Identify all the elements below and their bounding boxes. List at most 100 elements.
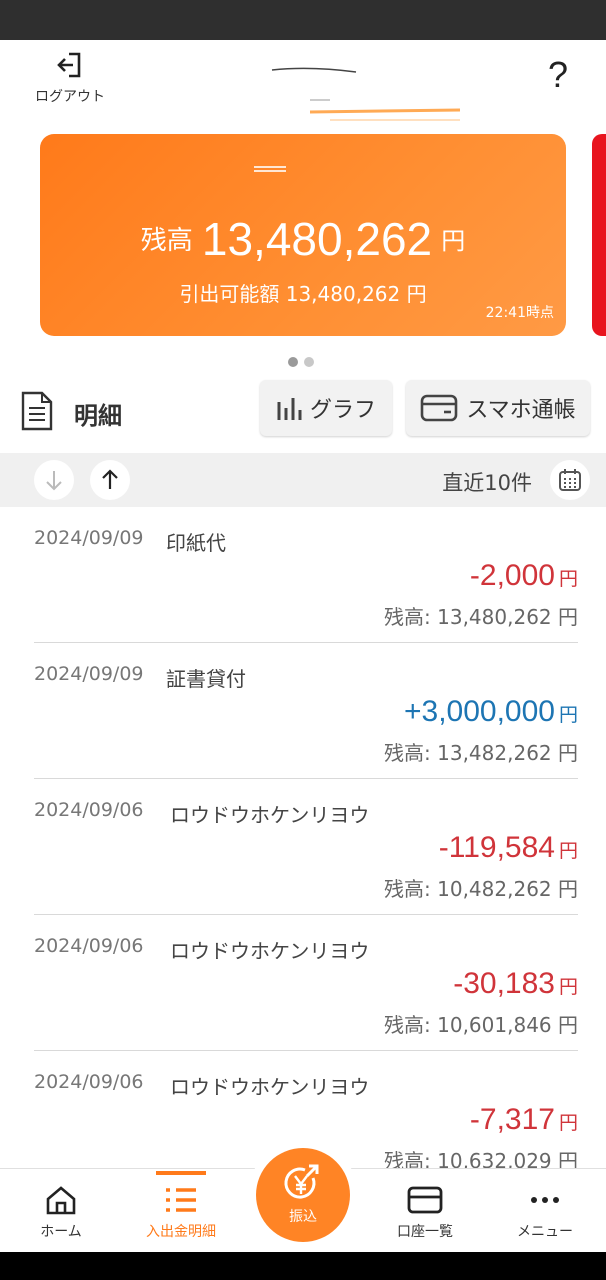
transaction-balance-label: 残高: [384, 605, 431, 629]
transaction-balance-unit: 円 [558, 605, 578, 629]
transaction-row[interactable]: 2024/09/09 印紙代 -2,000 円 残高: 13,480,262 円 [34, 507, 578, 643]
yen-transfer-icon [284, 1164, 319, 1199]
logout-icon [57, 52, 81, 78]
detail-section-header: 明細 グラフ スマホ通帳 [0, 378, 606, 440]
transaction-balance-unit: 円 [558, 877, 578, 901]
transaction-amount-row: -119,584 円 [439, 831, 578, 865]
carousel-indicator [288, 352, 320, 371]
graph-button-label: グラフ [309, 398, 376, 423]
arrow-up-icon [102, 469, 118, 489]
available-label: 引出可能額 [179, 282, 280, 306]
filter-label[interactable]: 直近10件 [442, 467, 532, 497]
transaction-row[interactable]: 2024/09/09 証書貸付 +3,000,000 円 残高: 13,482,2… [34, 643, 578, 779]
transaction-date: 2024/09/09 [34, 663, 144, 685]
arrow-down-icon [46, 471, 62, 491]
card-logo [254, 166, 286, 174]
transaction-balance: 10,601,846 [437, 1013, 552, 1037]
balance-unit: 円 [441, 227, 466, 255]
transaction-balance-label: 残高: [384, 877, 431, 901]
nav-menu[interactable]: メニュー [490, 1185, 600, 1241]
transaction-balance: 10,482,262 [437, 877, 552, 901]
transaction-balance-row: 残高: 10,601,846 円 [384, 1009, 578, 1038]
transaction-balance-row: 残高: 13,480,262 円 [384, 601, 578, 630]
logout-label: ログアウト [35, 89, 105, 105]
system-navigation-bar [0, 1252, 606, 1280]
transaction-date: 2024/09/06 [34, 799, 144, 821]
transaction-balance-label: 残高: [384, 1013, 431, 1037]
more-dots-icon [531, 1197, 559, 1203]
sort-ascending-button[interactable] [90, 460, 130, 500]
nav-account-list[interactable]: 口座一覧 [370, 1185, 480, 1241]
detail-title: 明細 [74, 402, 122, 430]
nav-account-list-label: 口座一覧 [397, 1224, 453, 1240]
transaction-balance-label: 残高: [384, 741, 431, 765]
transaction-amount-unit: 円 [558, 704, 578, 726]
graph-button[interactable]: グラフ [260, 380, 392, 436]
passbook-button-label: スマホ通帳 [466, 398, 576, 423]
transaction-date: 2024/09/06 [34, 935, 144, 957]
transaction-date: 2024/09/09 [34, 527, 144, 549]
transaction-amount-unit: 円 [558, 568, 578, 590]
account-balance-card[interactable]: 残高 13,480,262 円 引出可能額 13,480,262 円 22:41… [40, 134, 566, 336]
help-button[interactable]: ? [548, 54, 568, 96]
transaction-amount-row: -30,183 円 [453, 967, 578, 1001]
transaction-amount: -119,584 [438, 831, 555, 864]
calendar-icon [559, 469, 581, 491]
transaction-description: 印紙代 [166, 531, 226, 555]
nav-menu-label: メニュー [517, 1224, 573, 1240]
nav-transaction-details[interactable]: 入出金明細 [126, 1171, 236, 1241]
system-status-bar [0, 0, 606, 40]
transaction-balance-unit: 円 [558, 1013, 578, 1037]
balance-row: 残高 13,480,262 円 [40, 212, 566, 266]
transaction-row[interactable]: 2024/09/06 ロウドウホケンリヨウ -30,183 円 残高: 10,60… [34, 915, 578, 1051]
transaction-amount: -2,000 [469, 559, 555, 592]
transaction-amount: -7,317 [469, 1103, 555, 1136]
transfer-button-label: 振込 [289, 1209, 317, 1225]
transaction-row[interactable]: 2024/09/06 ロウドウホケンリヨウ -119,584 円 残高: 10,4… [34, 779, 578, 915]
sort-descending-button[interactable] [34, 460, 74, 500]
list-icon [166, 1188, 196, 1212]
transaction-description: 証書貸付 [166, 667, 246, 691]
available-unit: 円 [406, 282, 427, 306]
app-header: ログアウト ? [0, 40, 606, 130]
transaction-amount-unit: 円 [558, 976, 578, 998]
carousel-dot-1[interactable] [288, 357, 298, 367]
next-account-card-peek[interactable] [592, 134, 606, 336]
transaction-description: ロウドウホケンリヨウ [170, 803, 370, 827]
transaction-amount-row: -2,000 円 [470, 559, 578, 593]
bar-chart-icon [277, 398, 302, 420]
transaction-amount: +3,000,000 [404, 695, 555, 728]
transaction-balance-row: 残高: 10,482,262 円 [384, 873, 578, 902]
balance-amount: 13,480,262 [201, 213, 433, 265]
redacted-account-name [271, 67, 460, 121]
calendar-button[interactable] [550, 460, 590, 500]
available-amount: 13,480,262 [285, 282, 401, 306]
transaction-amount-row: +3,000,000 円 [404, 695, 578, 729]
nav-home[interactable]: ホーム [6, 1185, 116, 1241]
balance-timestamp: 22:41時点 [485, 305, 554, 321]
transaction-balance: 13,482,262 [437, 741, 552, 765]
nav-home-label: ホーム [40, 1224, 82, 1240]
transaction-amount-unit: 円 [558, 840, 578, 862]
carousel-dot-2[interactable] [304, 357, 314, 367]
transaction-balance-unit: 円 [558, 741, 578, 765]
transaction-date: 2024/09/06 [34, 1071, 144, 1093]
wallet-icon [421, 394, 458, 422]
logout-button[interactable]: ログアウト [30, 50, 110, 106]
transaction-list: 2024/09/09 印紙代 -2,000 円 残高: 13,480,262 円 … [0, 507, 606, 1187]
document-icon [21, 391, 53, 431]
nav-transaction-details-label: 入出金明細 [146, 1224, 216, 1240]
transaction-description: ロウドウホケンリヨウ [170, 939, 370, 963]
transaction-amount-row: -7,317 円 [470, 1103, 578, 1137]
transaction-balance-row: 残高: 13,482,262 円 [384, 737, 578, 766]
transaction-amount: -30,183 [453, 967, 555, 1000]
transaction-balance: 13,480,262 [437, 605, 552, 629]
balance-label: 残高 [140, 226, 193, 256]
sort-filter-bar: 直近10件 [0, 453, 606, 507]
transfer-button[interactable]: 振込 [256, 1148, 350, 1242]
home-icon [46, 1186, 76, 1215]
transaction-description: ロウドウホケンリヨウ [170, 1075, 370, 1099]
transaction-amount-unit: 円 [558, 1112, 578, 1134]
card-icon [407, 1186, 443, 1214]
smartphone-passbook-button[interactable]: スマホ通帳 [406, 380, 590, 436]
